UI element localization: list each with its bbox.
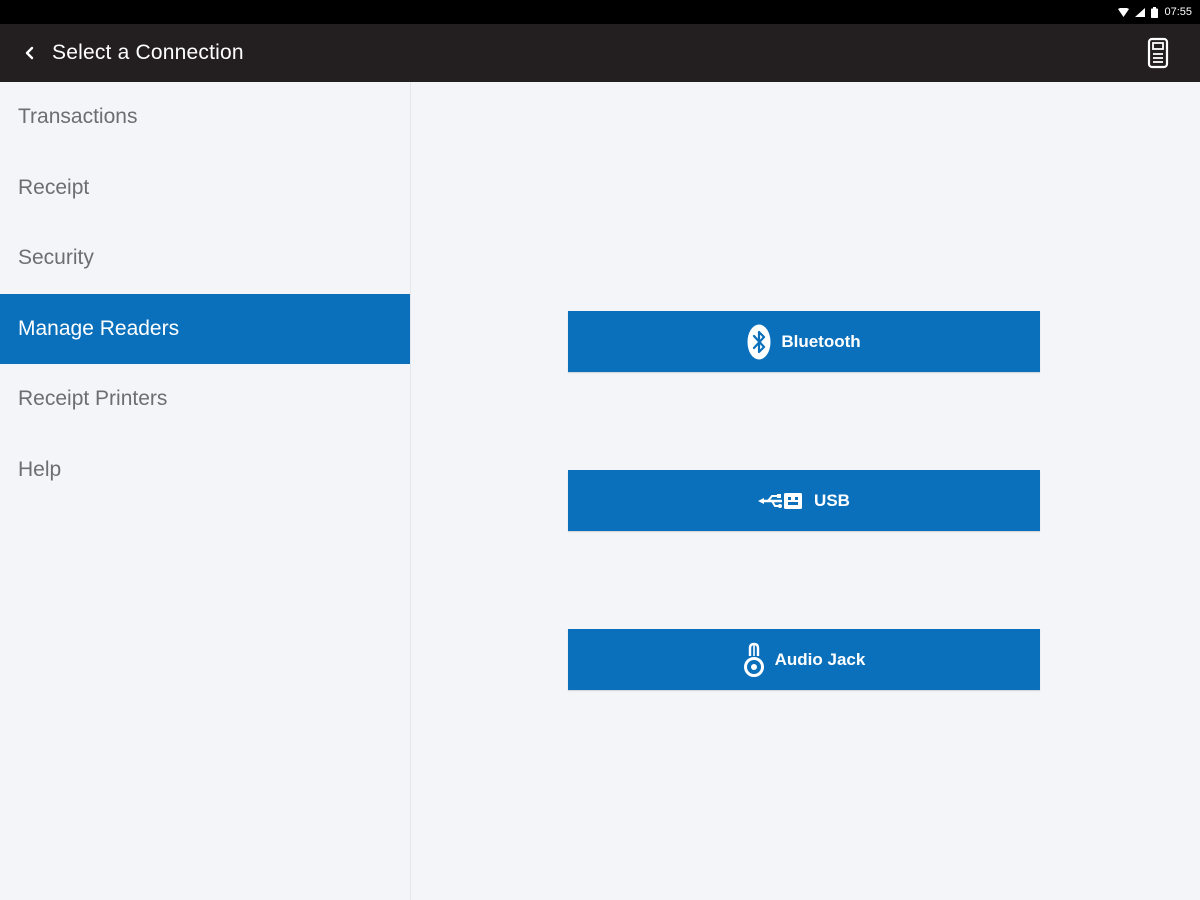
sidebar-item-help[interactable]: Help <box>0 435 410 506</box>
usb-button[interactable]: USB <box>568 470 1040 531</box>
sidebar-item-label: Transactions <box>18 105 138 129</box>
sidebar-item-manage-readers[interactable]: Manage Readers <box>0 293 410 364</box>
sidebar-item-label: Receipt Printers <box>18 387 168 411</box>
audio-jack-icon <box>743 642 765 678</box>
sidebar-item-receipt[interactable]: Receipt <box>0 153 410 224</box>
app-bar: Select a Connection <box>0 24 1200 82</box>
card-reader-button[interactable] <box>1136 31 1180 75</box>
sidebar-item-label: Help <box>18 457 62 481</box>
bluetooth-button[interactable]: Bluetooth <box>568 311 1040 372</box>
bluetooth-label: Bluetooth <box>781 331 861 351</box>
sidebar-item-security[interactable]: Security <box>0 223 410 294</box>
sidebar-item-transactions[interactable]: Transactions <box>0 82 410 153</box>
bluetooth-icon <box>747 324 771 360</box>
battery-icon <box>1151 6 1159 18</box>
sidebar: Transactions Receipt Security Manage Rea… <box>0 82 411 900</box>
back-button[interactable] <box>8 24 52 82</box>
status-time: 07:55 <box>1164 6 1192 18</box>
card-reader-icon <box>1147 37 1169 69</box>
page-title: Select a Connection <box>52 41 244 64</box>
connection-panel: Bluetooth USB Audio Jack <box>411 82 1200 900</box>
usb-label: USB <box>814 490 850 510</box>
sidebar-item-label: Security <box>18 246 94 270</box>
audio-jack-button[interactable]: Audio Jack <box>568 629 1040 690</box>
sidebar-item-receipt-printers[interactable]: Receipt Printers <box>0 364 410 435</box>
sidebar-item-label: Receipt <box>18 175 90 199</box>
signal-icon <box>1135 7 1146 17</box>
wifi-icon <box>1118 7 1130 17</box>
audio-jack-label: Audio Jack <box>774 649 866 669</box>
status-bar: 07:55 <box>0 0 1200 24</box>
sidebar-item-label: Manage Readers <box>18 316 180 340</box>
usb-icon <box>758 491 804 511</box>
chevron-left-icon <box>25 46 34 60</box>
